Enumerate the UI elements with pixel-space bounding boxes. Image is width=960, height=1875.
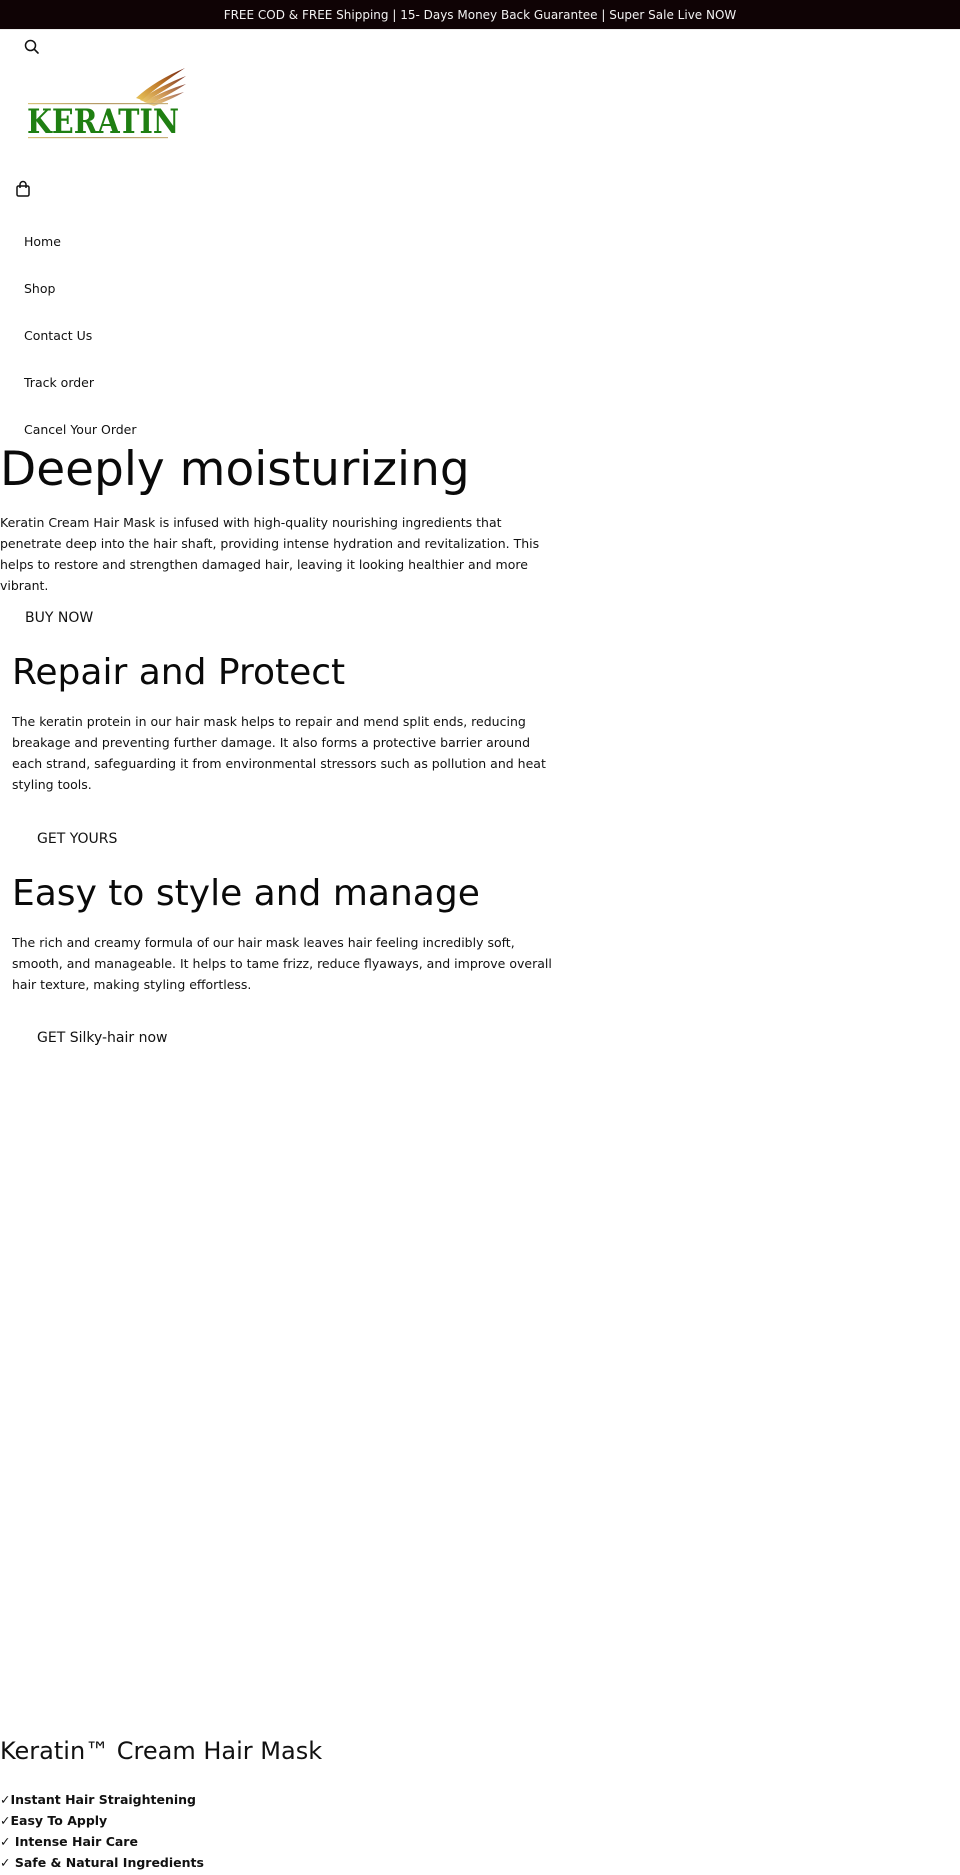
section-body: Keratin Cream Hair Mask is infused with … [0, 515, 540, 593]
svg-text:KERATIN: KERATIN [27, 102, 179, 142]
product-features: ✓Instant Hair Straightening ✓Easy To App… [0, 1789, 204, 1873]
nav-item-home[interactable]: Home [24, 234, 61, 249]
nav-item-track-order[interactable]: Track order [24, 375, 94, 390]
section-body: The rich and creamy formula of our hair … [12, 935, 552, 992]
get-yours-button[interactable]: GET YOURS [37, 831, 117, 847]
section-body: The keratin protein in our hair mask hel… [12, 714, 546, 792]
shopping-bag-icon [16, 180, 30, 197]
search-icon [24, 39, 39, 54]
section-heading: Easy to style and manage [12, 873, 480, 914]
feature-item: ✓Easy To Apply [0, 1813, 108, 1828]
keratin-logo-icon: KERATIN [27, 68, 186, 142]
section-heading: Deeply moisturizing [0, 442, 470, 497]
buy-now-button[interactable]: BUY NOW [25, 610, 93, 626]
brand-logo[interactable]: KERATIN [24, 64, 190, 146]
feature-item: ✓Instant Hair Straightening [0, 1792, 196, 1807]
announcement-text: FREE COD & FREE Shipping | 15- Days Mone… [223, 8, 737, 22]
nav-item-shop[interactable]: Shop [24, 281, 55, 296]
search-button[interactable] [23, 38, 41, 56]
cart-button[interactable] [15, 180, 31, 198]
nav-item-cancel-order[interactable]: Cancel Your Order [24, 422, 137, 437]
feature-item: ✓ Safe & Natural Ingredients [0, 1855, 204, 1870]
announcement-bar: FREE COD & FREE Shipping | 15- Days Mone… [0, 0, 960, 30]
nav-item-contact-us[interactable]: Contact Us [24, 328, 92, 343]
product-title: Keratin™ Cream Hair Mask [0, 1737, 323, 1765]
section-heading: Repair and Protect [12, 652, 346, 693]
feature-item: ✓ Intense Hair Care [0, 1834, 138, 1849]
get-silky-hair-button[interactable]: GET Silky-hair now [37, 1030, 168, 1046]
